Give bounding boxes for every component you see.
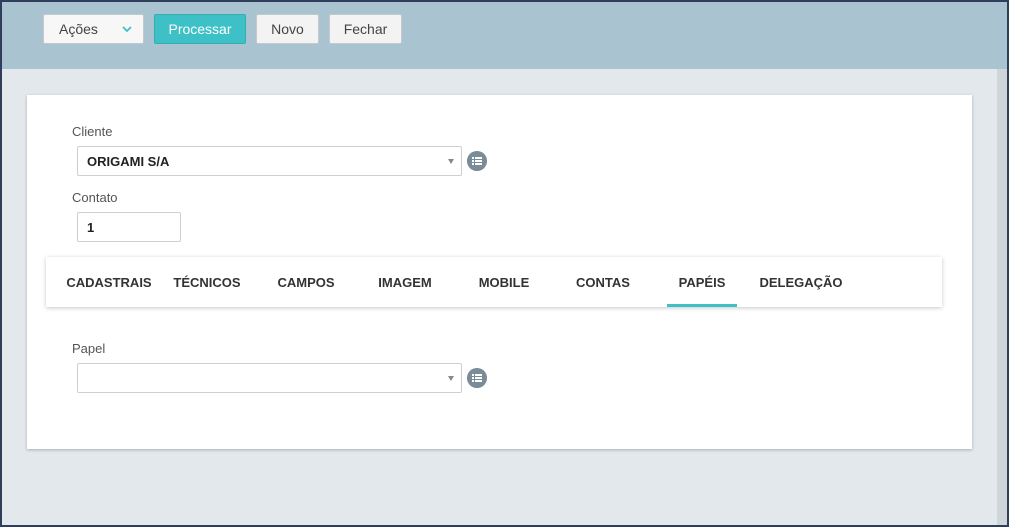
acoes-dropdown-button[interactable]: Ações (43, 14, 144, 44)
tab-mobile[interactable]: MOBILE (472, 257, 536, 307)
caret-down-icon (448, 159, 454, 164)
chevron-down-icon (122, 26, 132, 33)
list-icon[interactable] (467, 151, 487, 171)
contato-label: Contato (72, 190, 118, 205)
fechar-button[interactable]: Fechar (329, 14, 402, 44)
contato-value: 1 (87, 219, 95, 235)
processar-button[interactable]: Processar (154, 14, 246, 44)
tab-bar: CADASTRAIS TÉCNICOS CAMPOS IMAGEM MOBILE… (46, 257, 942, 307)
cliente-select[interactable]: ORIGAMI S/A (77, 146, 462, 176)
papel-select[interactable] (77, 363, 462, 393)
cliente-label: Cliente (72, 124, 113, 139)
tab-campos[interactable]: CAMPOS (272, 257, 340, 307)
contato-input[interactable]: 1 (77, 212, 181, 242)
tab-imagem[interactable]: IMAGEM (372, 257, 438, 307)
tab-contas[interactable]: CONTAS (570, 257, 636, 307)
list-icon[interactable] (467, 368, 487, 388)
cliente-value: ORIGAMI S/A (87, 153, 170, 169)
tab-papeis[interactable]: PAPÉIS (667, 257, 737, 307)
tab-tecnicos[interactable]: TÉCNICOS (170, 257, 244, 307)
toolbar: Ações Processar Novo Fechar (0, 0, 1009, 69)
novo-button[interactable]: Novo (256, 14, 319, 44)
tab-delegacao[interactable]: DELEGAÇÃO (759, 257, 842, 307)
caret-down-icon (448, 376, 454, 381)
acoes-label: Ações (59, 21, 98, 37)
papel-label: Papel (72, 341, 106, 356)
vertical-scrollbar[interactable] (997, 69, 1007, 525)
tab-cadastrais[interactable]: CADASTRAIS (64, 257, 154, 307)
